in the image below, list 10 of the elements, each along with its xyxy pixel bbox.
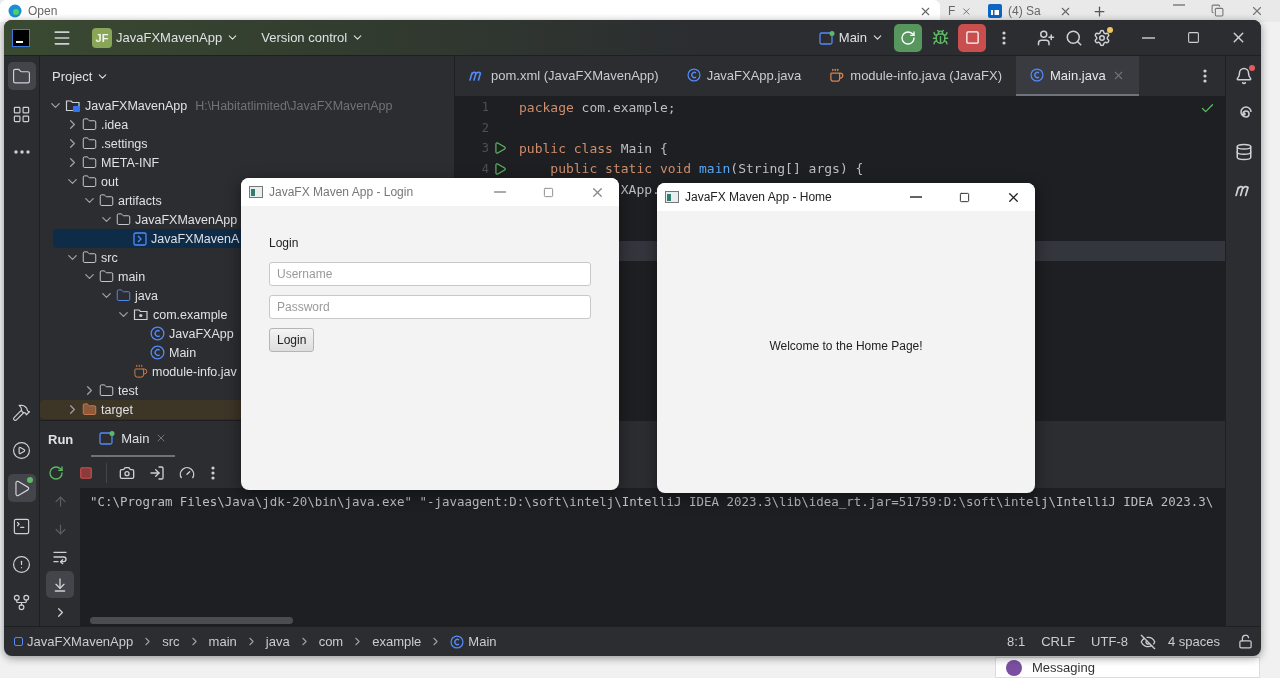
welcome-message: Welcome to the Home Page! [769,339,923,353]
window-title: JavaFX Maven App - Home [685,190,833,204]
window-title: JavaFX Maven App - Login [269,185,415,199]
code-line: XApp. [620,181,660,197]
code-line: package com.example; [519,99,676,115]
code-line: public static void main(String[] args) { [549,161,864,177]
console-line: "C:\Program Files\Java\jdk-20\bin\java.exe" "-javaagent:D:\soft\intelj\IntelliJ IDEA 2023.3\lib\idea_rt.jar=51759:D:\soft\intelj\IntelliJ IDEA 2023.3\ [90,494,1215,510]
code-line: public class Main { [519,140,668,156]
form-heading: Login [269,236,300,250]
panel-title: Run [48,430,75,449]
